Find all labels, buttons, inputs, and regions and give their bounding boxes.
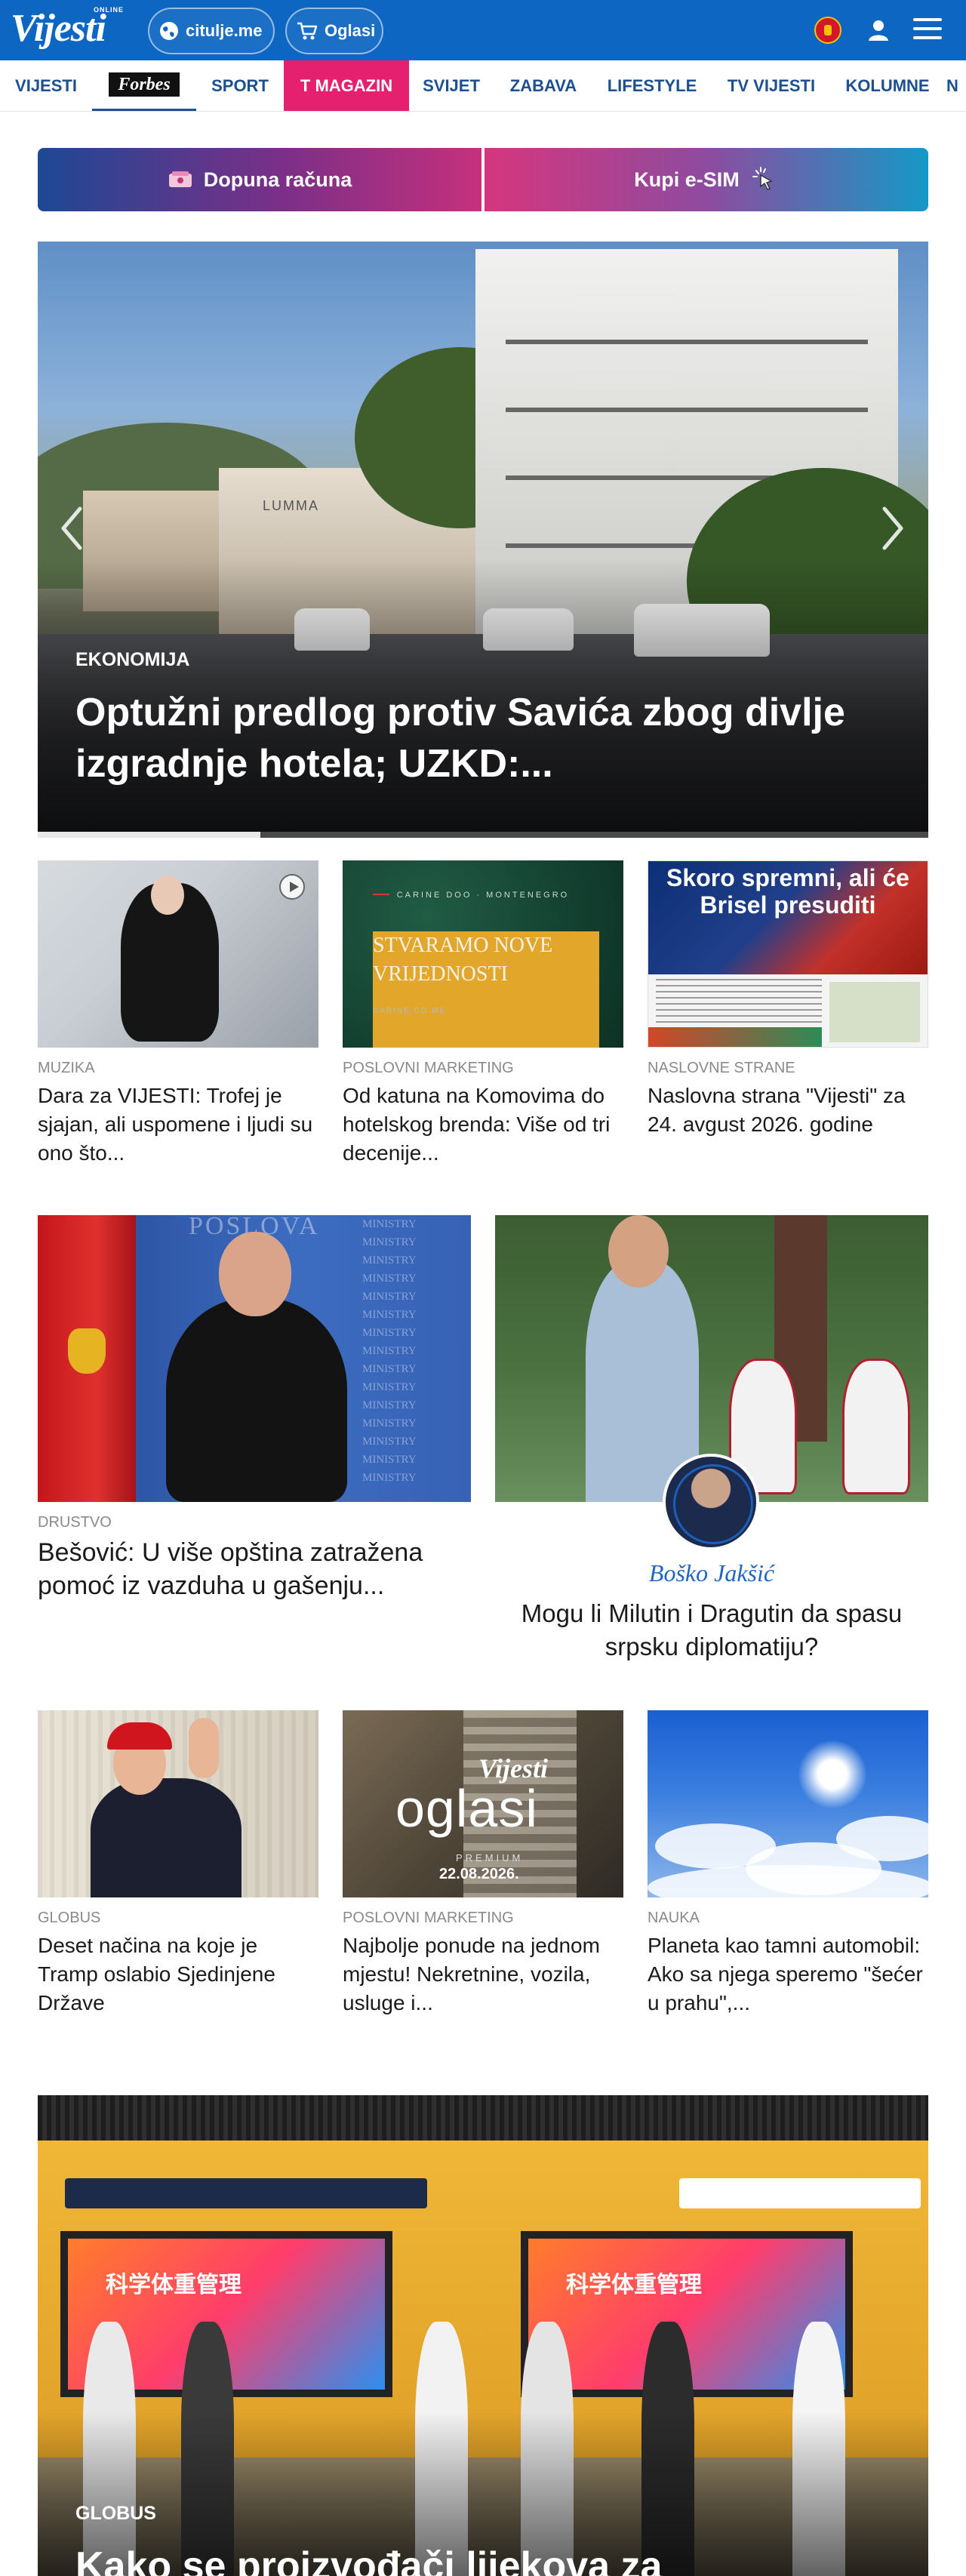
article-image[interactable]: POSLOVA MINISTRY MINISTRY MINISTRY MINISTR… xyxy=(38,1215,471,1502)
topup-icon xyxy=(168,169,195,190)
top-header: Vijesti ONLINE citulje.me Oglasi xyxy=(0,0,966,60)
nav-item-sport[interactable]: SPORT xyxy=(196,60,284,111)
frontpage-headline: Skoro spremni, ali će Brisel presuditi xyxy=(666,864,909,919)
dopuna-racuna-button[interactable]: Dopuna računa xyxy=(38,148,481,211)
hero-sign-text: LUMMA xyxy=(263,498,320,513)
ad-top-text: CARINE DOO · MONTENEGRO xyxy=(396,891,570,900)
logo-online-text: ONLINE xyxy=(94,6,125,14)
nav-label: SPORT xyxy=(211,76,269,95)
oglasi-button[interactable]: Oglasi xyxy=(285,8,383,54)
oglasi-label: Oglasi xyxy=(325,21,376,40)
cursor-click-icon xyxy=(749,165,779,195)
ad-premium-text: PREMIUM xyxy=(456,1852,524,1864)
article-title[interactable]: Naslovna strana "Vijesti" za 24. avgust … xyxy=(648,1082,928,1139)
nav-item-lifestyle[interactable]: LIFESTYLE xyxy=(593,60,711,111)
ad-headline: STVARAMO NOVE VRIJEDNOSTI xyxy=(373,931,599,1048)
montenegro-flag-icon[interactable] xyxy=(814,17,841,44)
ad-date-text: 22.08.2026. xyxy=(439,1866,519,1882)
article-image[interactable] xyxy=(648,1710,928,1897)
article-image[interactable]: Vijesti oglasi PREMIUM 22.08.2026. xyxy=(343,1710,623,1897)
nav-item-kolumne[interactable]: KOLUMNE xyxy=(832,60,943,111)
nav-item-zabava[interactable]: ZABAVA xyxy=(494,60,593,111)
nav-label: N xyxy=(946,76,958,95)
featured-category[interactable]: GLOBUS xyxy=(75,2503,156,2525)
nav-item-overflow[interactable]: N xyxy=(946,60,966,111)
article-title[interactable]: Planeta kao tamni automobil: Ako sa njeg… xyxy=(648,1931,928,2017)
article-card[interactable]: POSLOVA MINISTRY MINISTRY MINISTRY MINISTR… xyxy=(38,1215,471,1602)
author-name[interactable]: Boško Jakšić xyxy=(495,1559,928,1587)
hero-slider[interactable]: LUMMA EKONOMIJA Optužni predlog protiv S… xyxy=(38,242,928,838)
article-category[interactable]: POSLOVNI MARKETING xyxy=(343,1910,623,1927)
hero-category[interactable]: EKONOMIJA xyxy=(75,649,189,671)
vijesti-logo[interactable]: Vijesti ONLINE xyxy=(11,5,131,56)
article-category[interactable]: DRUSTVO xyxy=(38,1514,471,1531)
slider-progress-fill xyxy=(38,832,260,838)
slider-progress xyxy=(38,832,928,838)
article-title[interactable]: Dara za VIJESTI: Trofej je sjajan, ali u… xyxy=(38,1082,318,1168)
globe-icon xyxy=(158,20,180,42)
ministry-backdrop: MINISTRY MINISTRY MINISTRY MINISTRY MINISTR… xyxy=(362,1218,417,1484)
logo-text[interactable]: Vijesti xyxy=(11,8,106,50)
article-card[interactable]: Skoro spremni, ali će Brisel presuditi N… xyxy=(648,860,928,1139)
nav-label: T MAGAZIN xyxy=(300,76,393,95)
hero-title[interactable]: Optužni predlog protiv Savića zbog divlj… xyxy=(75,687,891,789)
article-title[interactable]: Bešović: U više opština zatražena pomoć … xyxy=(38,1536,471,1602)
nav-label: KOLUMNE xyxy=(845,76,930,95)
article-category[interactable]: GLOBUS xyxy=(38,1910,318,1927)
slider-next-arrow-icon[interactable] xyxy=(875,504,909,552)
main-nav: VIJESTI Forbes SPORT T MAGAZIN SVIJET ZA… xyxy=(0,60,966,112)
article-title[interactable]: Od katuna na Komovima do hotelskog brend… xyxy=(343,1082,623,1168)
citulje-button[interactable]: citulje.me xyxy=(148,8,275,54)
article-category[interactable]: NAUKA xyxy=(648,1910,928,1927)
nav-item-svijet[interactable]: SVIJET xyxy=(409,60,494,111)
user-icon[interactable] xyxy=(865,17,892,44)
article-category[interactable]: MUZIKA xyxy=(38,1060,318,1077)
dopuna-racuna-label: Dopuna računa xyxy=(203,168,352,191)
nav-item-vijesti[interactable]: VIJESTI xyxy=(0,60,92,111)
column-title[interactable]: Mogu li Milutin i Dragutin da spasu srps… xyxy=(495,1597,928,1663)
article-image[interactable]: CARINE DOO · MONTENEGRO STVARAMO NOVE VR… xyxy=(343,860,623,1048)
article-category[interactable]: POSLOVNI MARKETING xyxy=(343,1060,623,1077)
nav-label: LIFESTYLE xyxy=(607,76,697,95)
forbes-logo: Forbes xyxy=(109,72,180,97)
nav-label: SVIJET xyxy=(423,76,480,95)
article-image[interactable] xyxy=(38,860,318,1048)
article-card[interactable]: NAUKA Planeta kao tamni automobil: Ako s… xyxy=(648,1710,928,2017)
article-title[interactable]: Najbolje ponude na jednom mjestu! Nekret… xyxy=(343,1931,623,2017)
article-image[interactable]: Skoro spremni, ali će Brisel presuditi xyxy=(648,860,928,1048)
article-category[interactable]: NASLOVNE STRANE xyxy=(648,1060,928,1077)
article-title[interactable]: Deset načina na koje je Tramp oslabio Sj… xyxy=(38,1931,318,2017)
nav-item-tv-vijesti[interactable]: TV VIJESTI xyxy=(711,60,832,111)
article-card[interactable]: CARINE DOO · MONTENEGRO STVARAMO NOVE VR… xyxy=(343,860,623,1168)
kupi-esim-label: Kupi e-SIM xyxy=(634,168,740,191)
featured-story[interactable]: 科学体重管理 科学体重管理 GLOBUS Kako se proizvođači… xyxy=(38,2095,928,2576)
ad-bottom-text: CARINE.CO.ME xyxy=(373,1007,447,1015)
nav-item-t-magazin[interactable]: T MAGAZIN xyxy=(284,60,409,111)
article-card[interactable]: MUZIKA Dara za VIJESTI: Trofej je sjajan… xyxy=(38,860,318,1168)
nav-label: ZABAVA xyxy=(509,76,577,95)
kupi-esim-button[interactable]: Kupi e-SIM xyxy=(485,148,928,211)
article-card[interactable]: GLOBUS Deset načina na koje je Tramp osl… xyxy=(38,1710,318,2017)
author-avatar[interactable] xyxy=(663,1454,759,1550)
featured-title[interactable]: Kako se proizvođači lijekova za xyxy=(75,2541,891,2576)
article-card[interactable]: Vijesti oglasi PREMIUM 22.08.2026. POSLO… xyxy=(343,1710,623,2017)
slider-prev-arrow-icon[interactable] xyxy=(56,504,89,552)
citulje-label: citulje.me xyxy=(186,21,263,40)
video-play-icon xyxy=(279,874,305,900)
nav-label: TV VIJESTI xyxy=(727,76,816,95)
cart-icon xyxy=(296,20,318,42)
nav-item-forbes[interactable]: Forbes xyxy=(92,60,196,111)
ad-word-text: oglasi xyxy=(395,1779,538,1838)
nav-label: VIJESTI xyxy=(15,76,77,95)
menu-icon[interactable] xyxy=(913,18,942,42)
article-image[interactable] xyxy=(38,1710,318,1897)
